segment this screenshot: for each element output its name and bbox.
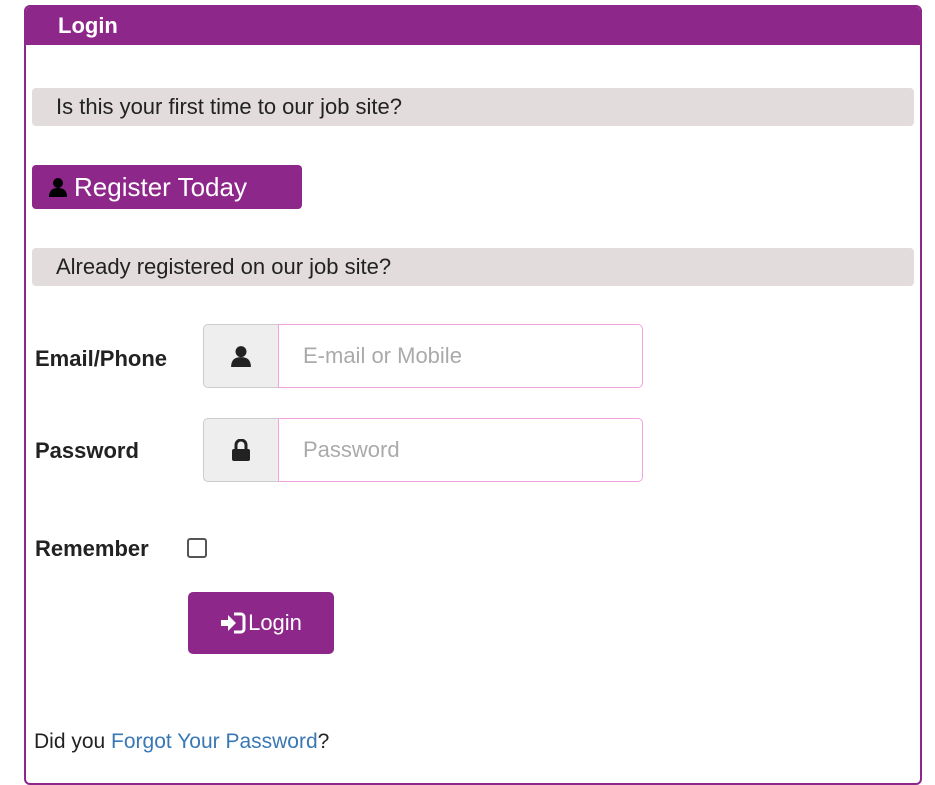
- forgot-password-line: Did you Forgot Your Password?: [34, 730, 329, 754]
- remember-label: Remember: [35, 536, 149, 561]
- register-button-label: Register Today: [74, 171, 247, 202]
- login-button[interactable]: Login: [188, 592, 334, 654]
- password-label: Password: [35, 438, 139, 463]
- forgot-suffix: ?: [317, 730, 330, 753]
- email-input-group: [203, 324, 643, 388]
- login-button-label: Login: [248, 610, 302, 635]
- forgot-password-link[interactable]: Forgot Your Password: [111, 730, 318, 753]
- forgot-prefix: Did you: [34, 730, 112, 753]
- email-label: Email/Phone: [35, 346, 168, 371]
- password-addon: [203, 418, 278, 482]
- panel-title: Login: [26, 7, 920, 45]
- remember-checkbox[interactable]: [187, 538, 207, 558]
- password-field[interactable]: [278, 418, 643, 482]
- user-icon: [231, 346, 251, 367]
- password-input-group: [203, 418, 643, 482]
- user-icon: [49, 178, 67, 197]
- register-button[interactable]: Register Today: [32, 165, 302, 209]
- lock-icon: [232, 439, 250, 461]
- login-prompt: Already registered on our job site?: [32, 248, 914, 286]
- sign-in-icon: [221, 612, 246, 634]
- email-field[interactable]: [278, 324, 643, 388]
- login-panel: Login Is this your first time to our job…: [24, 5, 922, 785]
- register-prompt: Is this your first time to our job site?: [32, 88, 914, 126]
- email-addon: [203, 324, 278, 388]
